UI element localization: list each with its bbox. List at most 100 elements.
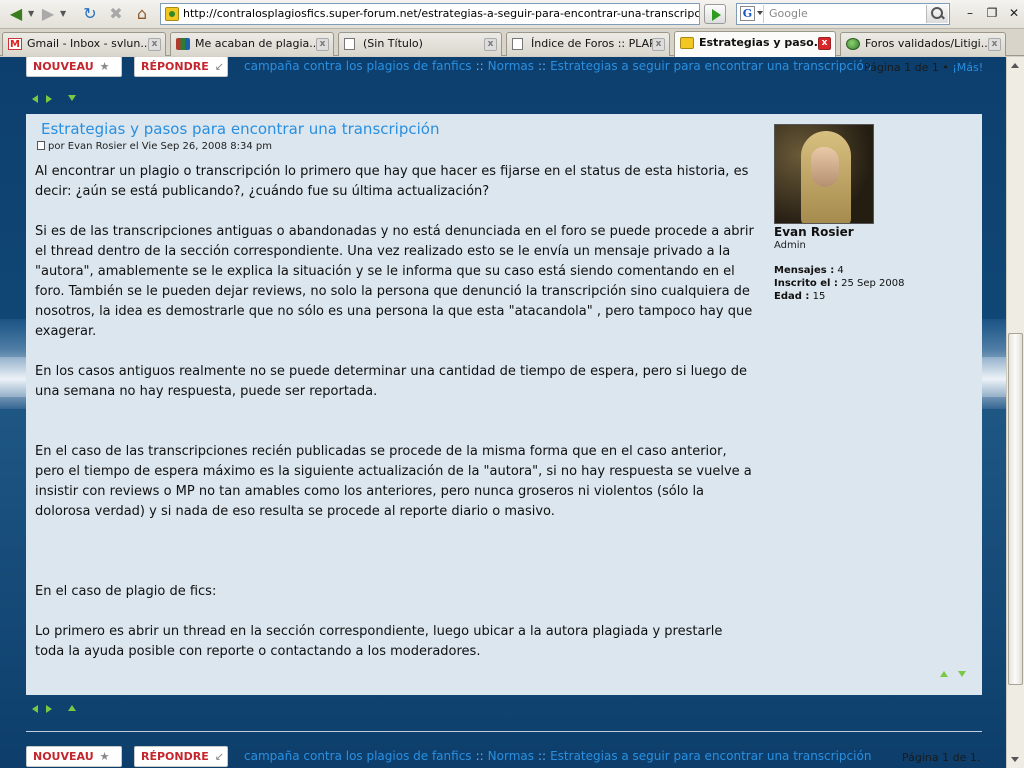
browser-toolbar: ◀ ▼ ▶ ▼ ↻ ✖ ⌂ http://contralosplagiosfic… <box>0 0 1024 29</box>
page-icon <box>512 38 523 50</box>
stat-value: 4 <box>837 265 844 276</box>
minimize-icon[interactable]: – <box>962 6 978 20</box>
stop-icon[interactable]: ✖ <box>106 4 126 24</box>
post-nav-arrows <box>940 669 970 679</box>
next-topic-icon[interactable] <box>46 705 52 713</box>
address-bar[interactable]: http://contralosplagiosfics.super-forum.… <box>160 3 700 25</box>
more-link[interactable]: ¡Más! <box>952 61 983 74</box>
post-paragraph: En el caso de las transcripciones recién… <box>35 444 752 519</box>
page-info-top: Página 1 de 1 • ¡Más! <box>864 61 983 75</box>
stat-value: 25 Sep 2008 <box>841 278 905 289</box>
chevron-down-icon <box>757 11 763 15</box>
reply-arrow-icon: ↙ <box>214 750 224 763</box>
back-dropdown-icon[interactable]: ▼ <box>28 4 34 24</box>
breadcrumb-separator: :: <box>538 59 547 73</box>
breadcrumb-link-campaign[interactable]: campaña contra los plagios de fanfics <box>244 59 472 73</box>
post-paragraph: Lo primero es abrir un thread en la secc… <box>35 624 723 659</box>
author-posts: Mensajes : 4 <box>774 265 844 276</box>
search-icon[interactable] <box>926 5 948 23</box>
page-info-bottom: Página 1 de 1. <box>902 751 981 764</box>
home-icon[interactable]: ⌂ <box>132 4 152 24</box>
breadcrumb-link-normas[interactable]: Normas <box>488 59 534 73</box>
new-topic-button[interactable]: NOUVEAU ★ <box>26 746 122 767</box>
tab-plagio[interactable]: Me acaban de plagia... x <box>170 32 334 56</box>
close-tab-icon[interactable]: x <box>148 38 161 51</box>
search-box[interactable]: G Google <box>736 3 950 25</box>
post-meta: por Evan Rosier el Vie Sep 26, 2008 8:34… <box>37 141 272 152</box>
post-paragraph: Al encontrar un plagio o transcripción l… <box>35 164 749 199</box>
reply-button[interactable]: RÉPONDRE ↙ <box>134 57 228 77</box>
scrollbar-thumb[interactable] <box>1008 333 1023 685</box>
tab-label: Índice de Foros :: PLAP <box>531 37 656 50</box>
page-content: NOUVEAU ★ RÉPONDRE ↙ campaña contra los pl… <box>0 57 1006 768</box>
new-topic-label: NOUVEAU <box>33 750 94 763</box>
search-placeholder: Google <box>769 7 808 20</box>
close-tab-icon[interactable]: x <box>484 38 497 51</box>
breadcrumb-link-normas[interactable]: Normas <box>488 749 534 763</box>
reload-icon[interactable]: ↻ <box>80 4 100 24</box>
book-icon <box>176 38 190 50</box>
post-icon <box>37 141 45 150</box>
site-favicon-icon <box>165 7 179 21</box>
search-engine-selector[interactable]: G <box>738 5 764 23</box>
go-button[interactable] <box>704 4 726 24</box>
globe-icon <box>846 38 860 50</box>
tab-foros-validados[interactable]: Foros validados/Litigi... x <box>840 32 1006 56</box>
key-icon <box>680 37 694 49</box>
breadcrumb-link-topic[interactable]: Estrategias a seguir para encontrar una … <box>550 59 871 73</box>
google-icon: G <box>740 6 755 21</box>
topic-nav-arrows <box>32 93 82 105</box>
reply-label: RÉPONDRE <box>141 60 209 73</box>
breadcrumb-separator: :: <box>475 59 484 73</box>
back-to-top-icon[interactable] <box>68 705 76 711</box>
scroll-up-icon[interactable] <box>1011 63 1019 68</box>
author-age: Edad : 15 <box>774 291 825 302</box>
tab-label: Foros validados/Litigi... <box>865 37 992 50</box>
stat-value: 15 <box>812 291 826 302</box>
breadcrumb-link-campaign[interactable]: campaña contra los plagios de fanfics <box>244 749 472 763</box>
tab-indice-foros[interactable]: Índice de Foros :: PLAP x <box>506 32 670 56</box>
previous-topic-icon[interactable] <box>32 705 38 713</box>
scroll-down-icon[interactable] <box>68 95 76 101</box>
breadcrumb-separator: :: <box>538 749 547 763</box>
post-paragraph: En el caso de plagio de fics: <box>35 584 217 599</box>
address-url: http://contralosplagiosfics.super-forum.… <box>183 7 700 20</box>
scroll-down-icon[interactable] <box>1011 757 1019 762</box>
reply-arrow-icon: ↙ <box>214 60 224 73</box>
new-topic-button[interactable]: NOUVEAU ★ <box>26 57 122 77</box>
previous-topic-icon[interactable] <box>32 95 38 103</box>
forward-button[interactable]: ▶ <box>38 4 58 24</box>
back-button[interactable]: ◀ <box>6 4 26 24</box>
page-count: Página 1 de 1 • <box>864 61 949 74</box>
close-tab-icon[interactable]: x <box>316 38 329 51</box>
tab-gmail[interactable]: Gmail - Inbox - svlun... x <box>2 32 166 56</box>
gmail-icon <box>8 34 22 56</box>
star-icon: ★ <box>99 750 110 763</box>
topic-nav-arrows <box>32 703 82 715</box>
restore-icon[interactable]: ❐ <box>984 6 1000 20</box>
next-topic-icon[interactable] <box>46 95 52 103</box>
breadcrumb-link-topic[interactable]: Estrategias a seguir para encontrar una … <box>550 749 871 763</box>
new-topic-label: NOUVEAU <box>33 60 94 73</box>
reply-button[interactable]: RÉPONDRE ↙ <box>134 746 228 767</box>
post-title[interactable]: Estrategias y pasos para encontrar una t… <box>41 120 439 138</box>
tab-estrategias[interactable]: Estrategias y paso... x <box>674 31 836 57</box>
back-to-top-icon[interactable] <box>940 671 948 677</box>
post-body: Al encontrar un plagio o transcripción l… <box>35 162 755 662</box>
close-tab-icon[interactable]: x <box>818 37 831 50</box>
star-icon: ★ <box>99 60 110 73</box>
post-author-date: por Evan Rosier el Vie Sep 26, 2008 8:34… <box>48 141 272 152</box>
author-name[interactable]: Evan Rosier <box>774 225 854 239</box>
vertical-scrollbar[interactable] <box>1006 57 1024 768</box>
tab-sin-titulo[interactable]: (Sin Título) x <box>338 32 502 56</box>
tab-bar: Gmail - Inbox - svlun... x Me acaban de … <box>0 29 1024 57</box>
tab-label: Estrategias y paso... <box>699 36 827 49</box>
close-tab-icon[interactable]: x <box>988 38 1001 51</box>
reply-label: RÉPONDRE <box>141 750 209 763</box>
scroll-down-icon[interactable] <box>958 671 966 677</box>
forward-dropdown-icon[interactable]: ▼ <box>60 4 66 24</box>
close-tab-icon[interactable]: x <box>652 38 665 51</box>
post-paragraph: En los casos antiguos realmente no se pu… <box>35 364 748 399</box>
close-window-icon[interactable]: ✕ <box>1006 6 1022 20</box>
breadcrumb: campaña contra los plagios de fanfics:: N… <box>244 748 871 764</box>
